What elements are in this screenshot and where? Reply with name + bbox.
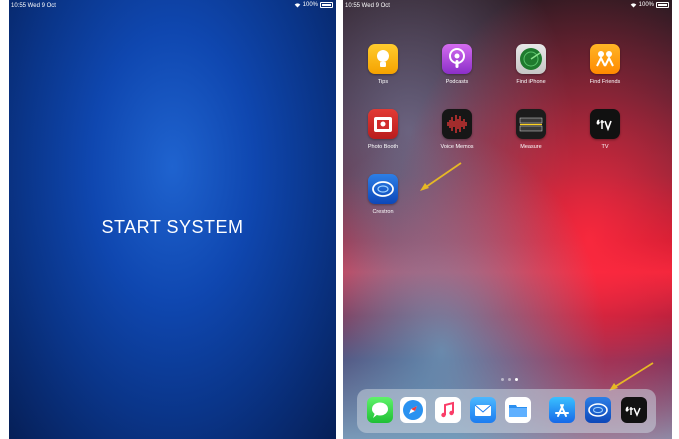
crestron-icon[interactable] [585,397,611,423]
page-dot [508,378,511,381]
wifi-icon [294,3,300,8]
safari-icon[interactable] [400,397,426,423]
tv-icon[interactable] [621,397,647,423]
dock [357,389,656,433]
app-label: Podcasts [445,79,469,85]
tips-icon [368,44,398,74]
battery-percent: 100% [638,2,654,8]
podcasts-icon [442,44,472,74]
battery-icon [656,2,669,8]
app-tv[interactable]: TV [575,109,635,150]
battery-icon [320,2,333,8]
battery-percent: 100% [302,2,318,8]
app-label: Photo Booth [367,144,399,150]
app-label: Measure [520,144,542,150]
music-icon[interactable] [435,397,461,423]
app-label: Voice Memos [440,144,474,150]
start-system-screen: 10:55 Wed 9 Oct 100% START SYSTEM [9,0,336,439]
wifi-icon [630,3,636,8]
app-find-iphone[interactable]: Find iPhone [501,44,561,85]
app-label: Crestron [372,209,394,215]
app-find-friends[interactable]: Find Friends [575,44,635,85]
crestron-icon [368,174,398,204]
app-photo-booth[interactable]: Photo Booth [353,109,413,150]
app-measure[interactable]: Measure [501,109,561,150]
ipad-home-screen: 10:55 Wed 9 Oct 100% Tips Podcasts Find … [343,0,672,439]
page-dot [501,378,504,381]
app-crestron[interactable]: Crestron [353,174,413,215]
files-icon[interactable] [505,397,531,423]
start-system-button[interactable]: START SYSTEM [9,217,336,238]
status-bar: 10:55 Wed 9 Oct 100% [343,0,672,12]
app-tips[interactable]: Tips [353,44,413,85]
app-label: TV [601,144,609,150]
find-friends-icon [590,44,620,74]
app-label: Find iPhone [516,79,546,85]
page-dot-active [515,378,518,381]
app-label: Tips [377,79,389,85]
find-iphone-icon [516,44,546,74]
page-indicator[interactable] [501,378,518,381]
tv-icon [590,109,620,139]
status-bar: 10:55 Wed 9 Oct 100% [9,0,336,12]
status-time: 10:55 Wed 9 Oct [11,3,56,9]
status-time: 10:55 Wed 9 Oct [345,3,390,9]
app-store-icon[interactable] [549,397,575,423]
voice-memos-icon [442,109,472,139]
messages-icon[interactable] [367,397,393,423]
app-podcasts[interactable]: Podcasts [427,44,487,85]
mail-icon[interactable] [470,397,496,423]
app-voice-memos[interactable]: Voice Memos [427,109,487,150]
photo-booth-icon [368,109,398,139]
annotation-arrow [420,162,462,191]
app-label: Find Friends [589,79,621,85]
status-indicators: 100% [630,2,669,8]
measure-icon [516,109,546,139]
status-indicators: 100% [294,2,333,8]
